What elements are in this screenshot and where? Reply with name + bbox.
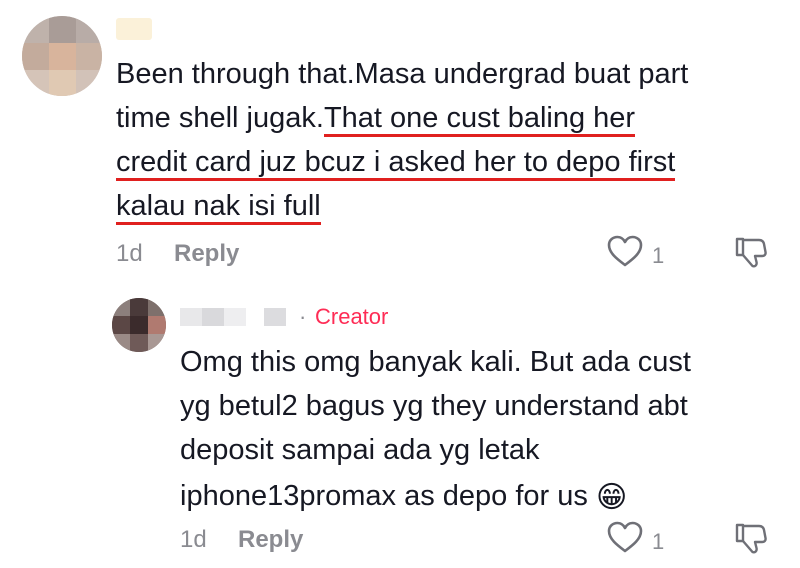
- reply-text-line-3: deposit sampai ada yg letak: [180, 434, 540, 466]
- reply-like-button[interactable]: [606, 520, 646, 556]
- reply-text-line-2: yg betul2 bagus yg they understand abt: [180, 390, 688, 422]
- thumbs-down-outline-icon: [735, 237, 767, 268]
- reply-like-count: 1: [652, 529, 665, 554]
- reply-text-line-4: iphone13promax as depo for us 😁: [180, 474, 627, 518]
- comment-text-line-2: time shell jugak.That one cust baling he…: [116, 96, 636, 140]
- comment-text-line-4: kalau nak isi full: [116, 184, 321, 228]
- thumbs-down-outline-icon: [735, 523, 767, 554]
- separator-dot: ·: [299, 304, 307, 329]
- reply-timestamp: 1d: [180, 526, 207, 553]
- reply-reply-button[interactable]: Reply: [238, 526, 303, 554]
- like-count: 1: [652, 243, 665, 268]
- heart-outline-icon: [607, 235, 643, 267]
- like-button[interactable]: [606, 234, 646, 270]
- creator-badge: Creator: [315, 304, 389, 329]
- comment-text-underlined: credit card juz bcuz i asked her to depo…: [116, 146, 676, 181]
- comment-text-line-1: Been through that.Masa undergrad buat pa…: [116, 58, 689, 90]
- creator-username-blurred[interactable]: [180, 306, 292, 328]
- comment-text-underlined: That one cust baling her: [323, 102, 636, 137]
- reply-dislike-button[interactable]: [733, 522, 773, 558]
- grinning-emoji-icon: 😁: [595, 480, 628, 515]
- heart-outline-icon: [607, 521, 643, 553]
- reply-text-line-1: Omg this omg banyak kali. But ada cust: [180, 346, 691, 378]
- creator-avatar[interactable]: [112, 298, 166, 352]
- comment-timestamp: 1d: [116, 240, 143, 267]
- dislike-button[interactable]: [733, 236, 773, 272]
- reply-text: iphone13promax as depo for us: [180, 480, 588, 512]
- commenter-avatar[interactable]: [22, 16, 102, 96]
- comment-text-line-3: credit card juz bcuz i asked her to depo…: [116, 140, 676, 184]
- comment-text-underlined: kalau nak isi full: [116, 190, 321, 225]
- comment-text-plain: time shell jugak.: [116, 102, 324, 134]
- commenter-username-blurred[interactable]: [116, 18, 152, 40]
- comment-reply-button[interactable]: Reply: [174, 240, 239, 268]
